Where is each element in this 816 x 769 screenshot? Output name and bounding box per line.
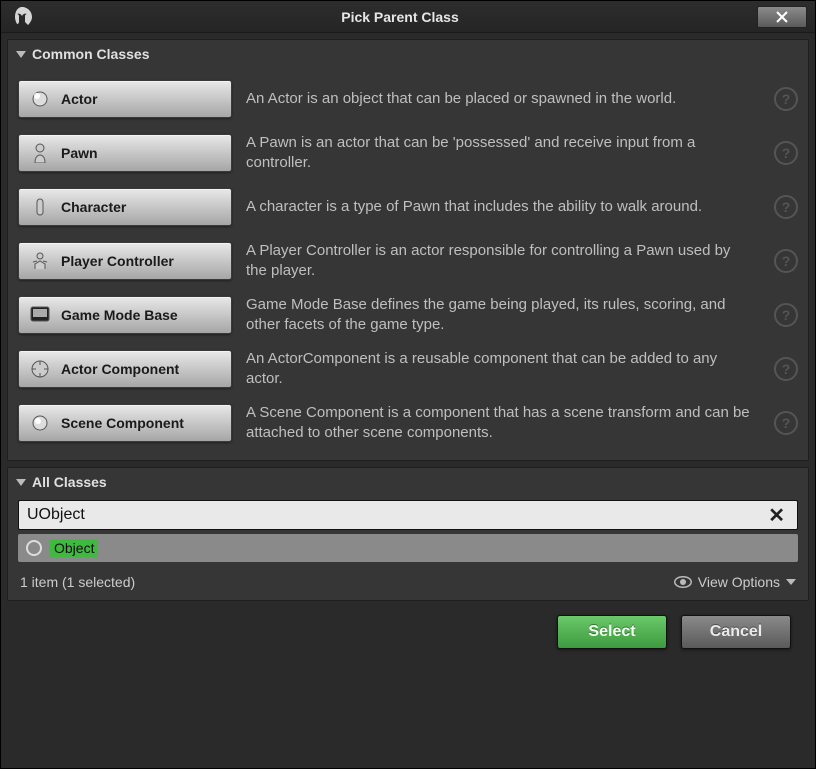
player-controller-icon: [29, 250, 51, 272]
class-description: Game Mode Base defines the game being pl…: [246, 295, 760, 336]
dropdown-caret-icon: [786, 579, 796, 585]
class-description: A Player Controller is an actor responsi…: [246, 241, 760, 282]
class-row-pawn: Pawn A Pawn is an actor that can be 'pos…: [18, 126, 798, 180]
actor-component-icon: [29, 358, 51, 380]
class-row-character: Character A character is a type of Pawn …: [18, 180, 798, 234]
class-search-input[interactable]: [27, 506, 764, 524]
view-options-label: View Options: [698, 574, 780, 590]
class-label: Pawn: [61, 145, 98, 161]
help-icon[interactable]: ?: [774, 141, 798, 165]
class-search-box: ✕: [18, 500, 798, 530]
help-icon[interactable]: ?: [774, 411, 798, 435]
class-type-icon: [26, 540, 42, 556]
scene-component-icon: [29, 412, 51, 434]
class-button-pawn[interactable]: Pawn: [18, 134, 232, 172]
class-button-character[interactable]: Character: [18, 188, 232, 226]
class-label: Actor Component: [61, 361, 179, 377]
close-button[interactable]: [757, 6, 807, 28]
class-result-item[interactable]: Object: [18, 534, 798, 562]
common-classes-list: Actor An Actor is an object that can be …: [8, 68, 808, 460]
expand-triangle-icon: [16, 51, 26, 58]
help-icon[interactable]: ?: [774, 87, 798, 111]
class-row-player-controller: Player Controller A Player Controller is…: [18, 234, 798, 288]
pawn-icon: [29, 142, 51, 164]
class-button-actor-component[interactable]: Actor Component: [18, 350, 232, 388]
class-button-scene-component[interactable]: Scene Component: [18, 404, 232, 442]
help-icon[interactable]: ?: [774, 357, 798, 381]
character-icon: [29, 196, 51, 218]
class-row-game-mode-base: Game Mode Base Game Mode Base defines th…: [18, 288, 798, 342]
class-description: An ActorComponent is a reusable componen…: [246, 349, 760, 390]
view-options-button[interactable]: View Options: [674, 574, 796, 590]
help-icon[interactable]: ?: [774, 303, 798, 327]
class-button-actor[interactable]: Actor: [18, 80, 232, 118]
expand-triangle-icon: [16, 479, 26, 486]
select-button[interactable]: Select: [557, 615, 667, 649]
class-row-actor: Actor An Actor is an object that can be …: [18, 72, 798, 126]
title-bar: Pick Parent Class: [1, 1, 815, 33]
class-button-player-controller[interactable]: Player Controller: [18, 242, 232, 280]
dialog-window: Pick Parent Class Common Classes Actor A…: [0, 0, 816, 769]
class-results-list: Object: [8, 530, 808, 568]
window-title: Pick Parent Class: [43, 9, 757, 25]
class-label: Character: [61, 199, 126, 215]
dialog-footer: Select Cancel: [7, 607, 809, 673]
class-label: Player Controller: [61, 253, 174, 269]
class-row-actor-component: Actor Component An ActorComponent is a r…: [18, 342, 798, 396]
actor-icon: [29, 88, 51, 110]
all-classes-label: All Classes: [32, 474, 107, 490]
class-row-scene-component: Scene Component A Scene Component is a c…: [18, 396, 798, 450]
class-result-name: Object: [50, 539, 98, 557]
help-icon[interactable]: ?: [774, 195, 798, 219]
common-classes-label: Common Classes: [32, 46, 149, 62]
game-mode-icon: [29, 304, 51, 326]
results-count-text: 1 item (1 selected): [20, 574, 135, 590]
class-button-game-mode-base[interactable]: Game Mode Base: [18, 296, 232, 334]
class-description: A character is a type of Pawn that inclu…: [246, 197, 760, 217]
class-label: Game Mode Base: [61, 307, 178, 323]
class-description: A Pawn is an actor that can be 'possesse…: [246, 133, 760, 174]
common-classes-header[interactable]: Common Classes: [8, 40, 808, 68]
all-classes-header[interactable]: All Classes: [8, 468, 808, 496]
cancel-button[interactable]: Cancel: [681, 615, 791, 649]
class-label: Scene Component: [61, 415, 184, 431]
all-classes-panel: All Classes ✕ Object 1 item (1 selected)…: [7, 467, 809, 601]
dialog-body: Common Classes Actor An Actor is an obje…: [1, 33, 815, 768]
clear-search-icon[interactable]: ✕: [764, 503, 789, 528]
class-description: A Scene Component is a component that ha…: [246, 403, 760, 444]
results-status-bar: 1 item (1 selected) View Options: [8, 568, 808, 600]
eye-icon: [674, 576, 692, 588]
unreal-logo-icon: [9, 4, 35, 30]
common-classes-panel: Common Classes Actor An Actor is an obje…: [7, 39, 809, 461]
class-description: An Actor is an object that can be placed…: [246, 89, 760, 109]
class-label: Actor: [61, 91, 98, 107]
help-icon[interactable]: ?: [774, 249, 798, 273]
